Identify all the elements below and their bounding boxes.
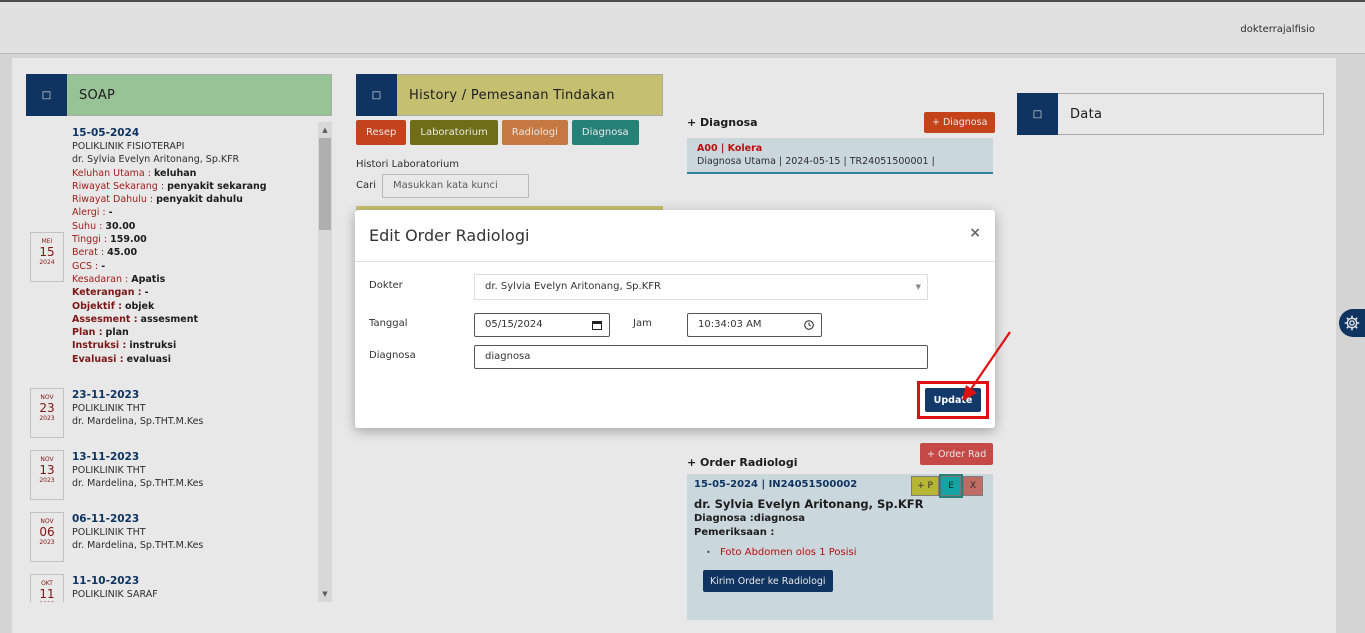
tanggal-label: Tanggal — [369, 318, 408, 329]
edit-order-radiologi-modal: Edit Order Radiologi × Dokter dr. Sylvia… — [355, 210, 995, 428]
jam-value: 10:34:03 AM — [698, 319, 762, 330]
jam-input[interactable]: 10:34:03 AM — [687, 313, 822, 337]
clock-icon[interactable] — [804, 320, 814, 330]
modal-header: Edit Order Radiologi × — [355, 210, 995, 262]
calendar-icon[interactable] — [592, 320, 602, 330]
annotation-arrow — [962, 331, 1011, 401]
close-icon[interactable]: × — [969, 225, 981, 241]
diagnosa-label: Diagnosa — [369, 350, 416, 361]
tanggal-value: 05/15/2024 — [485, 319, 543, 330]
chevron-down-icon: ▼ — [915, 283, 921, 291]
jam-label: Jam — [633, 318, 652, 329]
modal-title: Edit Order Radiologi — [369, 226, 530, 245]
dokter-label: Dokter — [369, 280, 403, 291]
tanggal-input[interactable]: 05/15/2024 — [474, 313, 610, 337]
dokter-selected-value: dr. Sylvia Evelyn Aritonang, Sp.KFR — [485, 281, 661, 292]
diagnosa-input[interactable]: diagnosa — [474, 345, 928, 369]
dokter-select[interactable]: dr. Sylvia Evelyn Aritonang, Sp.KFR ▼ — [474, 274, 928, 300]
